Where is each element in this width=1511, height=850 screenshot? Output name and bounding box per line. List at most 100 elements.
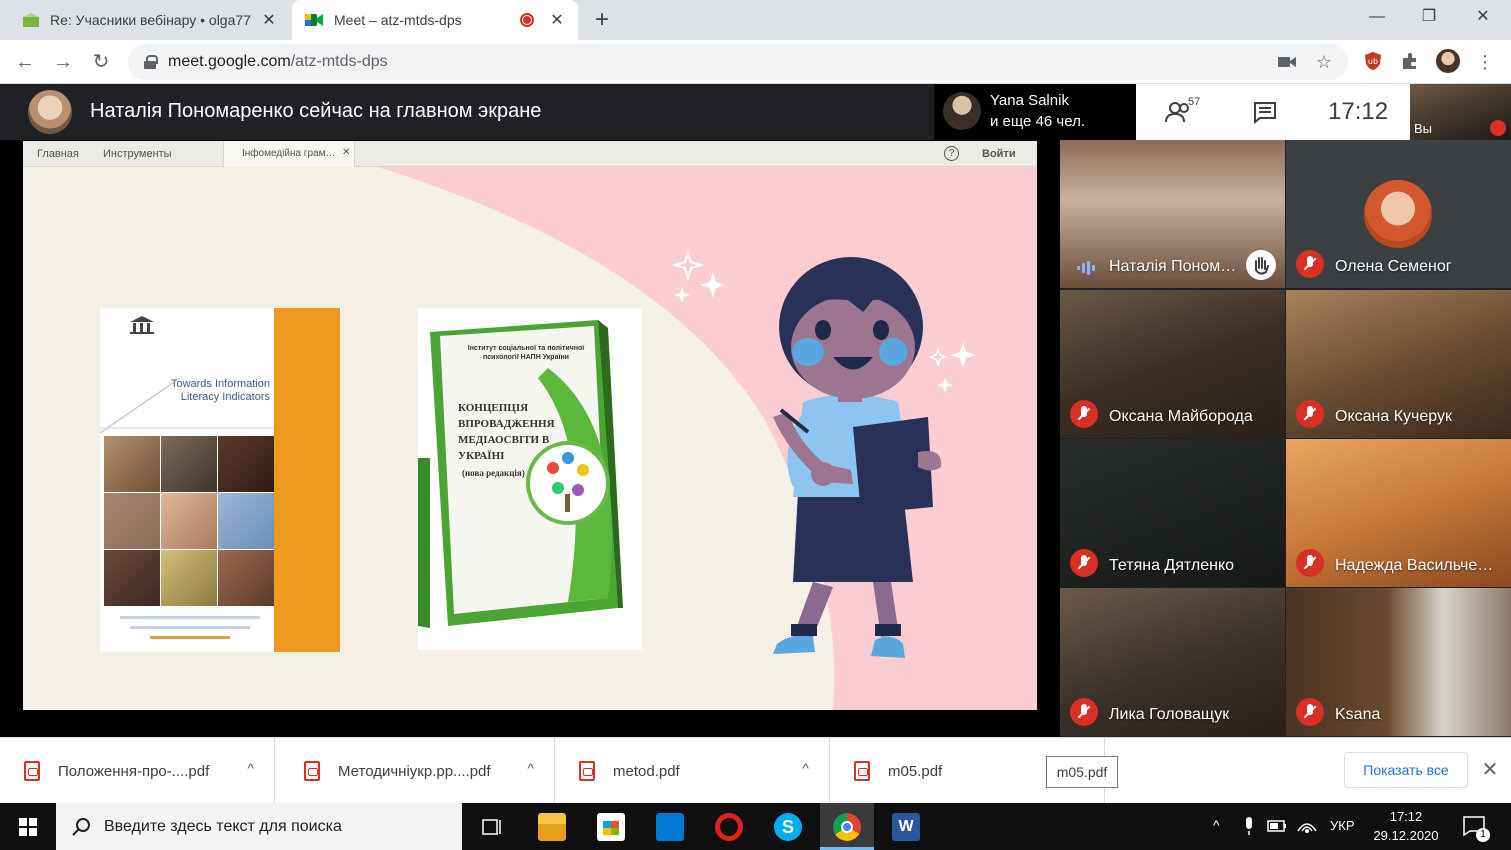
download-item[interactable]: Положення-про-....pdf ^ (0, 738, 275, 804)
task-view-icon[interactable] (480, 815, 504, 839)
language-indicator[interactable]: УКР (1330, 818, 1355, 833)
participant-name: Лика Головащук (1109, 706, 1230, 723)
store-icon[interactable] (597, 813, 625, 841)
windows-logo-icon (19, 818, 27, 826)
file-explorer-icon[interactable] (538, 813, 566, 841)
url-domain: meet.google.com (168, 53, 291, 70)
participant-name: Ksana (1335, 706, 1381, 723)
muted-mic-icon (1296, 400, 1324, 428)
self-label: Вы (1414, 121, 1433, 136)
menu-icon[interactable]: ⋮ (1474, 52, 1496, 72)
doc-tab-title: Інфомедійна грам… (242, 148, 336, 159)
book-cover-lines (100, 377, 274, 434)
nav-tools[interactable]: Инструменты (103, 148, 172, 160)
participant-grid: Наталія Поном… Олена Семеног Оксана Майб… (1060, 140, 1511, 737)
muted-mic-icon (1070, 698, 1098, 726)
unesco-logo-icon (130, 316, 154, 334)
mail-tab-icon (23, 13, 39, 27)
photo-tile (104, 550, 160, 606)
microphone-icon[interactable] (1240, 815, 1258, 837)
participant-tile[interactable]: Наталія Поном… (1060, 140, 1285, 288)
nav-home[interactable]: Главная (37, 148, 79, 160)
chevron-up-icon[interactable]: ^ (527, 760, 534, 776)
profile-avatar[interactable] (1436, 49, 1460, 73)
doc-tab-close-icon[interactable]: ✕ (342, 147, 350, 158)
tab-mail[interactable]: Re: Учасники вебінару • olga77 ✕ (10, 0, 290, 40)
photo-tile (218, 436, 274, 492)
book-cover-unesco: Towards Information Literacy Indicators (100, 308, 340, 652)
back-icon[interactable]: ← (12, 50, 38, 74)
chevron-up-icon[interactable]: ^ (247, 760, 254, 776)
download-filename: metod.pdf (613, 762, 680, 780)
help-icon[interactable]: ? (944, 146, 959, 161)
restore-button[interactable]: ❐ (1406, 4, 1452, 30)
address-bar[interactable]: meet.google.com/atz-mtds-dps (128, 44, 1348, 80)
reload-icon[interactable]: ↻ (88, 50, 114, 74)
search-placeholder: Введите здесь текст для поиска (104, 817, 342, 835)
new-tab-button[interactable]: + (590, 6, 614, 34)
tab-meet[interactable]: Meet – atz-mtds-dps ✕ (292, 0, 578, 40)
windows-logo-icon (29, 818, 37, 826)
taskbar-clock[interactable]: 17:12 29.12.2020 (1370, 807, 1442, 845)
word-icon[interactable]: W (892, 813, 920, 841)
participant-tile[interactable]: Оксана Майборода (1060, 290, 1285, 438)
tab-close-icon[interactable]: ✕ (548, 10, 566, 30)
photo-tile (161, 436, 217, 492)
book-cover-concept: Інститут соціальної та політичної психол… (418, 308, 642, 650)
book2-title: КОНЦЕПЦІЯ ВПРОВАДЖЕННЯ МЕДІАОСВІТИ В УКР… (458, 402, 555, 462)
wifi-icon[interactable] (1296, 815, 1318, 835)
book-cover-footer-line (130, 626, 250, 629)
camera-icon[interactable] (1276, 52, 1298, 72)
child-illustration (773, 257, 942, 658)
login-link[interactable]: Войти (982, 148, 1016, 160)
ublock-icon[interactable]: ub (1362, 50, 1384, 72)
filename-tooltip: m05.pdf (1046, 756, 1118, 788)
mail-icon[interactable] (656, 813, 684, 841)
pdf-icon (854, 761, 870, 781)
tray-chevron-icon[interactable]: ^ (1213, 817, 1220, 833)
opera-icon[interactable] (715, 813, 743, 841)
photo-tile (161, 493, 217, 549)
extensions-icon[interactable] (1399, 50, 1421, 72)
participant-tile[interactable]: Лика Головащук (1060, 588, 1285, 736)
battery-icon[interactable] (1266, 818, 1288, 834)
start-button[interactable] (0, 803, 56, 850)
skype-icon[interactable]: S (774, 813, 802, 841)
show-all-downloads-button[interactable]: Показать все (1344, 752, 1468, 788)
windows-logo-icon (29, 828, 37, 836)
photo-tile (104, 436, 160, 492)
participant-tile[interactable]: Надежда Васильче… (1286, 439, 1511, 587)
doc-tab[interactable]: Інфомедійна грам… ✕ (223, 141, 355, 167)
taskbar-search[interactable]: Введите здесь текст для поиска (56, 803, 462, 850)
chrome-icon[interactable] (833, 813, 861, 841)
notifications-count: 1 (1476, 828, 1490, 842)
close-window-button[interactable]: ✕ (1460, 4, 1506, 30)
participant-tile[interactable]: Ksana (1286, 588, 1511, 736)
close-shelf-icon[interactable]: ✕ (1478, 758, 1502, 782)
download-item[interactable]: Методичніукр.pp....pdf ^ (280, 738, 555, 804)
participant-tile[interactable]: Олена Семеног (1286, 140, 1511, 288)
tab-close-icon[interactable]: ✕ (260, 10, 278, 30)
people-count: 57 (1188, 96, 1201, 108)
muted-mic-icon (1296, 549, 1324, 577)
forward-icon[interactable]: → (50, 50, 76, 74)
windows-logo-icon (19, 828, 27, 836)
participant-tile[interactable]: Тетяна Дятленко (1060, 439, 1285, 587)
bookmark-star-icon[interactable]: ☆ (1313, 52, 1335, 72)
chat-icon[interactable] (1252, 100, 1278, 124)
self-muted-icon (1490, 120, 1506, 136)
photo-tile (161, 550, 217, 606)
minimize-button[interactable]: — (1354, 4, 1400, 30)
participant-name: Оксана Кучерук (1335, 408, 1452, 425)
book-cover-stripe (274, 308, 340, 652)
recording-icon (520, 13, 534, 27)
pdf-icon (579, 761, 595, 781)
participant-avatar (1364, 180, 1432, 248)
book2-header: Інститут соціальної та політичної психол… (467, 345, 585, 361)
speaking-icon (1077, 261, 1095, 275)
participant-tile[interactable]: Оксана Кучерук (1286, 290, 1511, 438)
download-item[interactable]: metod.pdf ^ (555, 738, 830, 804)
svg-text:ub: ub (1368, 57, 1378, 66)
participant-name: Надежда Васильче… (1335, 557, 1494, 574)
chevron-up-icon[interactable]: ^ (802, 760, 809, 776)
